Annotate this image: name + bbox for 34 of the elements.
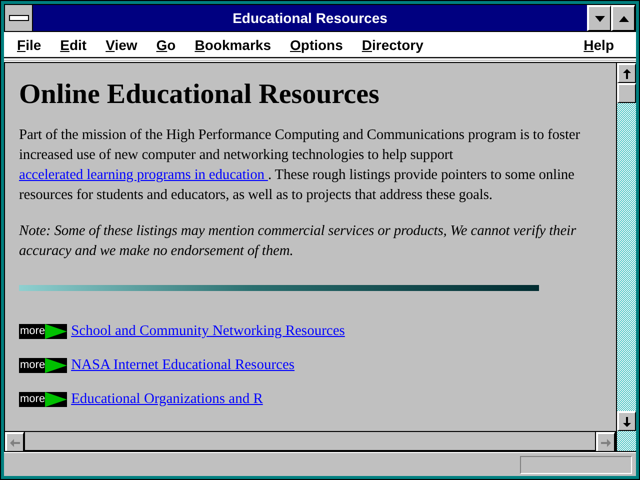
menu-item[interactable]: Help	[578, 36, 622, 52]
menu-item[interactable]: Bookmarks	[190, 36, 279, 52]
scroll-down-button[interactable]	[617, 411, 636, 431]
scroll-thumb[interactable]	[617, 83, 636, 103]
more-badge: more	[19, 324, 68, 338]
maximize-button[interactable]	[611, 5, 635, 31]
up-arrow-icon	[623, 68, 631, 78]
more-badge: more	[19, 358, 68, 372]
menu-item[interactable]: Options	[285, 36, 351, 52]
resource-link[interactable]: School and Community Networking Resources	[71, 321, 345, 341]
resource-link[interactable]: Educational Organizations and R	[71, 389, 263, 409]
system-menu-button[interactable]	[5, 5, 33, 31]
menu-item[interactable]: Directory	[356, 36, 432, 52]
menu-item[interactable]: Edit	[55, 36, 95, 52]
right-arrow-icon	[601, 438, 611, 446]
scroll-right-button[interactable]	[596, 432, 615, 451]
down-triangle-icon	[594, 16, 604, 22]
scroll-up-button[interactable]	[617, 63, 636, 83]
more-badge: more	[19, 392, 68, 406]
text-link[interactable]: accelerated learning programs in education	[19, 167, 268, 183]
down-arrow-icon	[623, 416, 631, 426]
page-heading: Online Educational Resources	[19, 78, 380, 112]
system-menu-icon	[8, 15, 28, 21]
intro-paragraph: Part of the mission of the High Performance Computing and Communications program is to foster increased use of new computer and networking technologies to help support accelerated learning programs in education . These rough listings provide pointers to some online resources for students and educators, as well as to projects that address these goals.	[19, 126, 581, 205]
menu-item[interactable]: File	[12, 36, 50, 52]
up-triangle-icon	[618, 16, 628, 22]
minimize-button[interactable]	[587, 5, 611, 31]
scroll-left-button[interactable]	[5, 432, 24, 451]
menu-item[interactable]: Go	[151, 36, 184, 52]
menu-item[interactable]: View	[100, 36, 146, 52]
left-arrow-icon	[10, 438, 20, 446]
note-paragraph: Note: Some of these listings may mention commercial services or products, We cannot verify their accuracy and we make no endorsement of them.	[19, 222, 578, 261]
window-title: Educational Resources	[232, 9, 388, 28]
resource-link[interactable]: NASA Internet Educational Resources	[71, 355, 295, 375]
